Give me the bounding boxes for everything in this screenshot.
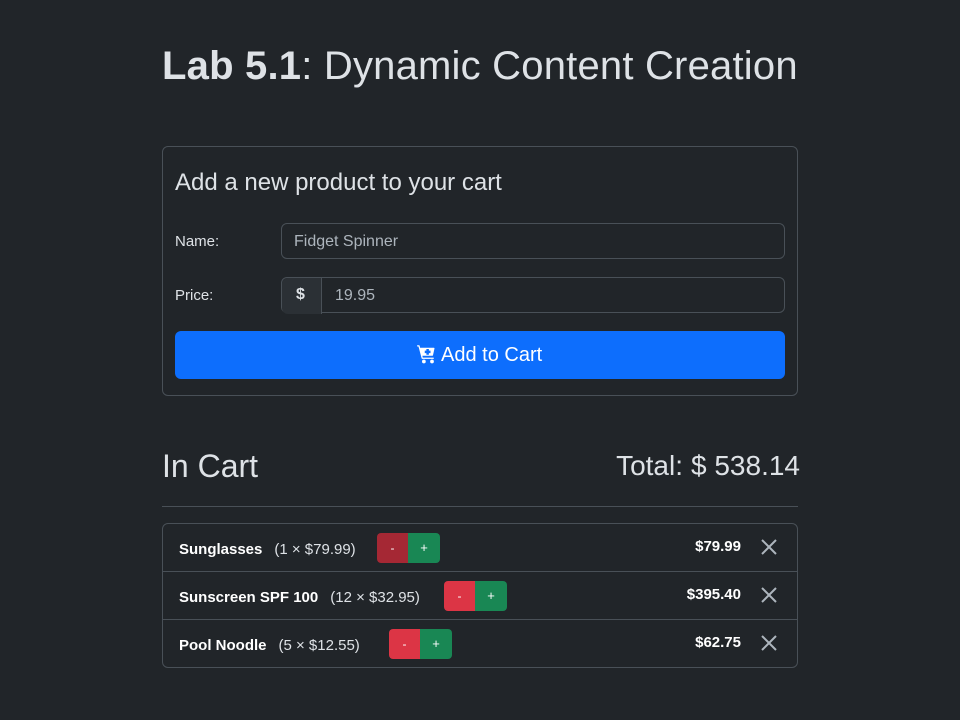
cart-item-quantity: (12 × $32.95) bbox=[330, 589, 420, 606]
page-title-text: : Dynamic Content Creation bbox=[301, 44, 798, 88]
decrease-quantity-button[interactable]: - bbox=[389, 629, 420, 659]
increase-quantity-button[interactable]: + bbox=[408, 533, 440, 563]
cart-item: Sunglasses (1 × $79.99) - + $79.99 bbox=[163, 524, 797, 572]
decrease-quantity-button[interactable]: - bbox=[444, 581, 475, 611]
name-input[interactable]: Fidget Spinner bbox=[281, 223, 785, 259]
price-currency-addon: $ bbox=[282, 278, 322, 314]
decrease-quantity-button[interactable]: - bbox=[377, 533, 408, 563]
page-title: Lab 5.1: Dynamic Content Creation bbox=[162, 44, 798, 89]
increase-quantity-button[interactable]: + bbox=[420, 629, 452, 659]
cart-item-name-row: Sunscreen SPF 100 (12 × $32.95) bbox=[179, 589, 420, 606]
cart-total: Total: $ 538.14 bbox=[616, 450, 800, 482]
price-currency-symbol: $ bbox=[296, 286, 305, 303]
price-label: Price: bbox=[175, 287, 214, 304]
cart-item-name: Sunglasses bbox=[179, 541, 263, 558]
cart-item-total: $395.40 bbox=[686, 586, 741, 603]
cart-item-quantity: (5 × $12.55) bbox=[278, 637, 360, 654]
remove-item-close-icon[interactable] bbox=[759, 633, 779, 653]
page-title-lab-number: Lab 5.1 bbox=[162, 44, 302, 88]
cart-title: In Cart bbox=[162, 448, 259, 484]
total-value: $ 538.14 bbox=[691, 450, 800, 481]
add-to-cart-button[interactable]: Add to Cart bbox=[175, 331, 785, 379]
cart-item-total: $62.75 bbox=[695, 634, 741, 651]
cart-list: Sunglasses (1 × $79.99) - + $79.99 Sunscr… bbox=[162, 523, 798, 668]
cart-item-name: Sunscreen SPF 100 bbox=[179, 589, 319, 606]
cart-item: Pool Noodle (5 × $12.55) - + $62.75 bbox=[163, 620, 797, 668]
price-input[interactable]: 19.95 bbox=[335, 287, 375, 305]
cart-item-total: $79.99 bbox=[695, 538, 741, 555]
divider bbox=[162, 506, 798, 507]
name-input-value: Fidget Spinner bbox=[294, 233, 399, 250]
remove-item-close-icon[interactable] bbox=[759, 537, 779, 557]
add-to-cart-label: Add to Cart bbox=[441, 344, 543, 366]
name-label: Name: bbox=[175, 233, 220, 250]
price-input-group: $ 19.95 bbox=[281, 277, 785, 314]
cart-item-name-row: Pool Noodle (5 × $12.55) bbox=[179, 637, 360, 654]
add-product-form: Add a new product to your cart Name: Fid… bbox=[162, 146, 798, 396]
remove-item-close-icon[interactable] bbox=[759, 585, 779, 605]
cart-item: Sunscreen SPF 100 (12 × $32.95) - + $395.… bbox=[163, 572, 797, 620]
form-heading: Add a new product to your cart bbox=[175, 169, 502, 196]
increase-quantity-button[interactable]: + bbox=[475, 581, 507, 611]
cart-item-quantity: (1 × $79.99) bbox=[274, 541, 356, 558]
cart-plus-icon bbox=[417, 345, 435, 364]
total-label: Total: bbox=[616, 450, 683, 481]
cart-item-name: Pool Noodle bbox=[179, 637, 267, 654]
cart-item-name-row: Sunglasses (1 × $79.99) bbox=[179, 541, 356, 558]
